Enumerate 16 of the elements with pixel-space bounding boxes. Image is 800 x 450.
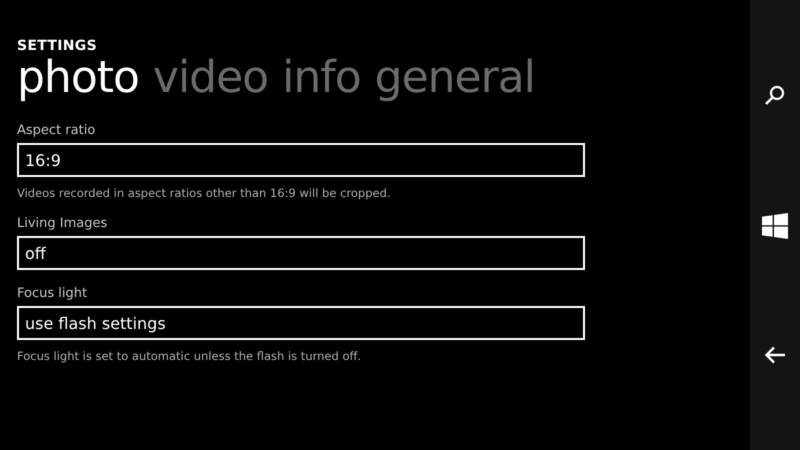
back-arrow-icon[interactable] — [764, 346, 786, 364]
windows-logo-icon[interactable] — [762, 213, 788, 239]
pivot-tab[interactable]: info — [282, 51, 361, 105]
page-title: SETTINGS — [17, 38, 97, 54]
setting-label: Focus light — [17, 286, 88, 301]
setting-label: Aspect ratio — [17, 123, 96, 138]
hint-text: Videos recorded in aspect ratios other than 16:9 will be cropped. — [17, 186, 391, 200]
dropdown-field[interactable]: 16:9 — [17, 143, 585, 177]
search-icon[interactable] — [764, 84, 786, 106]
hint-text: Focus light is set to automatic unless the flash is turned off. — [17, 349, 362, 363]
setting-label: Living Images — [17, 216, 108, 231]
dropdown-field[interactable]: use flash settings — [17, 306, 585, 340]
pivot-tab[interactable]: video — [152, 51, 268, 105]
dropdown-field[interactable]: off — [17, 236, 585, 270]
pivot-tab[interactable]: photo — [17, 51, 139, 105]
pivot-tab[interactable]: general — [374, 51, 535, 105]
